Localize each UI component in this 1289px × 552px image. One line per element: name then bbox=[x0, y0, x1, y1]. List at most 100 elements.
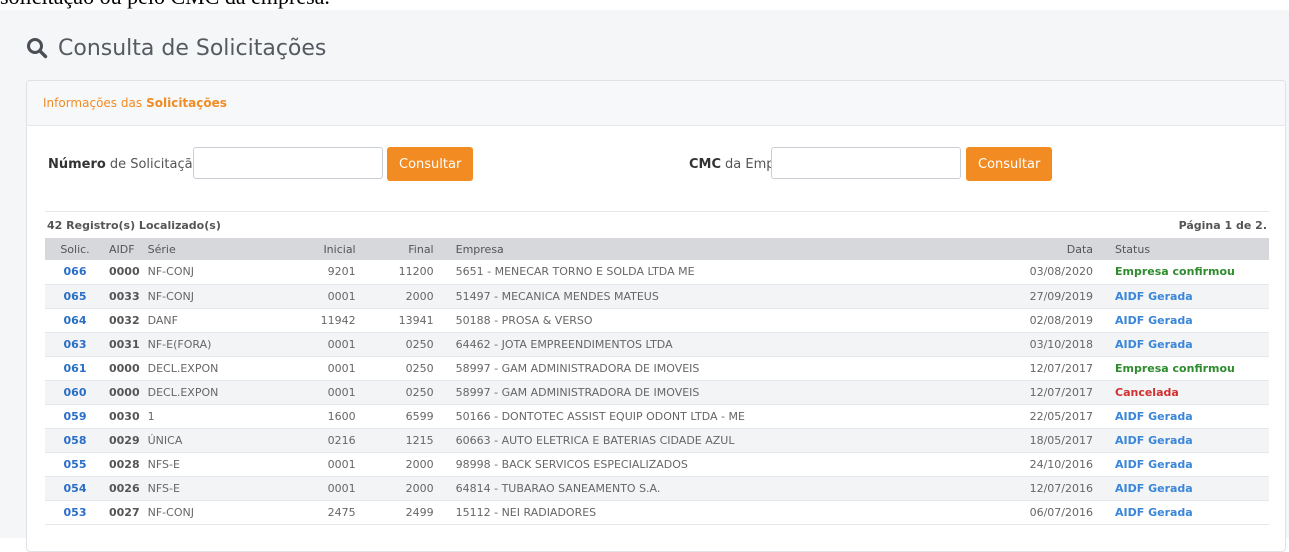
table-row[interactable]: 061 0000 DECL.EXPON 0001 0250 58997 - GAM ADM… bbox=[45, 356, 1269, 380]
cell-empresa: 50188 - PROSA & VERSO bbox=[455, 313, 593, 327]
cmc-empresa-input[interactable] bbox=[771, 147, 961, 179]
status-badge: AIDF Gerada bbox=[1115, 457, 1193, 471]
cmc-label-bold: CMC bbox=[689, 156, 722, 172]
header-final[interactable]: Final bbox=[360, 238, 438, 260]
cell-inicial: 0001 bbox=[327, 385, 356, 399]
header-solic[interactable]: Solic. bbox=[45, 238, 105, 260]
header-status[interactable]: Status bbox=[1097, 238, 1269, 260]
table-row[interactable]: 060 0000 DECL.EXPON 0001 0250 58997 - GAM ADM… bbox=[45, 380, 1269, 404]
cell-final: 6599 bbox=[405, 409, 434, 423]
cell-solic[interactable]: 058 bbox=[45, 428, 105, 452]
solicitations-table: Solic. AIDF Série Inicial Final Empresa … bbox=[45, 238, 1269, 525]
cell-inicial: 0001 bbox=[327, 361, 356, 375]
cell-aidf: 0031 bbox=[109, 337, 140, 351]
cell-empresa: 51497 - MECANICA MENDES MATEUS bbox=[455, 289, 659, 303]
cell-data: 03/10/2018 bbox=[1029, 337, 1093, 351]
cell-solic[interactable]: 053 bbox=[45, 500, 105, 524]
status-badge: AIDF Gerada bbox=[1115, 337, 1193, 351]
table-row[interactable]: 066 0000 NF-CONJ 9201 11200 5651 - MENECAR TO… bbox=[45, 260, 1269, 284]
table-row[interactable]: 059 0030 1 1600 6599 50166 - DONTOTEC ASSIST … bbox=[45, 404, 1269, 428]
header-empresa[interactable]: Empresa bbox=[438, 238, 999, 260]
table-body: 066 0000 NF-CONJ 9201 11200 5651 - MENECAR TO… bbox=[45, 260, 1269, 524]
results-section: 42 Registro(s) Localizado(s) Página 1 de… bbox=[45, 211, 1269, 525]
cell-data: 18/05/2017 bbox=[1029, 433, 1093, 447]
solicitation-link[interactable]: 061 bbox=[64, 362, 87, 375]
cell-data: 03/08/2020 bbox=[1029, 265, 1093, 279]
document-fragment: solicitação ou pelo CMC da empresa. bbox=[0, 0, 1289, 10]
numero-consultar-button[interactable]: Consultar bbox=[387, 147, 474, 181]
cell-aidf: 0000 bbox=[109, 385, 140, 399]
solicitation-link[interactable]: 063 bbox=[64, 338, 87, 351]
cell-solic[interactable]: 063 bbox=[45, 332, 105, 356]
cell-serie: NF-CONJ bbox=[147, 505, 194, 519]
solicitation-link[interactable]: 065 bbox=[64, 290, 87, 303]
header-inicial[interactable]: Inicial bbox=[282, 238, 360, 260]
app-area: Consulta de Solicitações Informações das… bbox=[0, 10, 1289, 552]
panel-header: Informações das Solicitações bbox=[27, 81, 1285, 126]
panel-title-bold: Solicitações bbox=[146, 96, 227, 110]
status-badge: Empresa confirmou bbox=[1115, 265, 1235, 279]
cell-final: 0250 bbox=[405, 337, 434, 351]
cell-final: 2000 bbox=[405, 457, 434, 471]
numero-solicitacao-input[interactable] bbox=[193, 147, 383, 179]
solicitation-link[interactable]: 066 bbox=[64, 265, 87, 278]
cell-solic[interactable]: 061 bbox=[45, 356, 105, 380]
cell-empresa: 64814 - TUBARAO SANEAMENTO S.A. bbox=[455, 481, 661, 495]
solicitation-link[interactable]: 058 bbox=[64, 434, 87, 447]
table-row[interactable]: 058 0029 ÚNICA 0216 1215 60663 - AUTO ELETRIC… bbox=[45, 428, 1269, 452]
status-badge: AIDF Gerada bbox=[1115, 289, 1193, 303]
cell-solic[interactable]: 066 bbox=[45, 260, 105, 284]
cell-final: 11200 bbox=[398, 265, 434, 279]
solicitation-link[interactable]: 053 bbox=[64, 506, 87, 519]
cell-data: 24/10/2016 bbox=[1029, 457, 1093, 471]
cell-serie: DECL.EXPON bbox=[147, 385, 219, 399]
table-row[interactable]: 065 0033 NF-CONJ 0001 2000 51497 - MECANICA M… bbox=[45, 284, 1269, 308]
numero-label-rest: de Solicitação bbox=[109, 156, 201, 172]
table-row[interactable]: 063 0031 NF-E(FORA) 0001 0250 64462 - JOTA EM… bbox=[45, 332, 1269, 356]
header-data[interactable]: Data bbox=[999, 238, 1097, 260]
cell-empresa: 15112 - NEI RADIADORES bbox=[455, 505, 597, 519]
record-count: 42 Registro(s) Localizado(s) bbox=[47, 218, 221, 232]
cell-aidf: 0000 bbox=[109, 361, 140, 375]
solicitation-link[interactable]: 059 bbox=[64, 410, 87, 423]
cmc-consultar-button[interactable]: Consultar bbox=[966, 147, 1053, 181]
cell-serie: DECL.EXPON bbox=[147, 361, 219, 375]
cell-solic[interactable]: 054 bbox=[45, 476, 105, 500]
status-badge: AIDF Gerada bbox=[1115, 433, 1193, 447]
cell-solic[interactable]: 060 bbox=[45, 380, 105, 404]
cell-empresa: 64462 - JOTA EMPREENDIMENTOS LTDA bbox=[455, 337, 673, 351]
solicitation-link[interactable]: 054 bbox=[64, 482, 87, 495]
solicitation-link[interactable]: 064 bbox=[64, 314, 87, 327]
table-row[interactable]: 055 0028 NFS-E 0001 2000 98998 - BACK SERVICO… bbox=[45, 452, 1269, 476]
cell-aidf: 0000 bbox=[109, 265, 140, 279]
header-aidf[interactable]: AIDF bbox=[105, 238, 144, 260]
cell-serie: NFS-E bbox=[147, 457, 180, 471]
cell-empresa: 58997 - GAM ADMINISTRADORA DE IMOVEIS bbox=[455, 385, 700, 399]
status-badge: AIDF Gerada bbox=[1115, 313, 1193, 327]
cell-empresa: 5651 - MENECAR TORNO E SOLDA LTDA ME bbox=[455, 265, 695, 279]
solicitation-link[interactable]: 055 bbox=[64, 458, 87, 471]
cell-data: 02/08/2019 bbox=[1029, 313, 1093, 327]
cell-empresa: 58997 - GAM ADMINISTRADORA DE IMOVEIS bbox=[455, 361, 700, 375]
cell-final: 2000 bbox=[405, 481, 434, 495]
cell-empresa: 60663 - AUTO ELETRICA E BATERIAS CIDADE … bbox=[455, 433, 735, 447]
solicitation-link[interactable]: 060 bbox=[64, 386, 87, 399]
cell-inicial: 0216 bbox=[327, 433, 356, 447]
cell-solic[interactable]: 065 bbox=[45, 284, 105, 308]
table-row[interactable]: 064 0032 DANF 11942 13941 50188 - PROSA & VER… bbox=[45, 308, 1269, 332]
cell-data: 12/07/2017 bbox=[1029, 385, 1093, 399]
numero-label: Número de Solicitação bbox=[48, 147, 201, 181]
cell-solic[interactable]: 055 bbox=[45, 452, 105, 476]
table-row[interactable]: 053 0027 NF-CONJ 2475 2499 15112 - NEI RADIAD… bbox=[45, 500, 1269, 524]
header-serie[interactable]: Série bbox=[144, 238, 282, 260]
table-row[interactable]: 054 0026 NFS-E 0001 2000 64814 - TUBARAO SANE… bbox=[45, 476, 1269, 500]
search-row: Número de Solicitação Consultar CMC da E… bbox=[27, 147, 1285, 183]
cell-solic[interactable]: 064 bbox=[45, 308, 105, 332]
panel-title-prefix: Informações das bbox=[43, 96, 143, 110]
cell-data: 06/07/2016 bbox=[1029, 505, 1093, 519]
document-text-line: solicitação ou pelo CMC da empresa. bbox=[0, 0, 330, 10]
cell-serie: NF-CONJ bbox=[147, 289, 194, 303]
cell-final: 2499 bbox=[405, 505, 434, 519]
cell-solic[interactable]: 059 bbox=[45, 404, 105, 428]
cell-data: 27/09/2019 bbox=[1029, 289, 1093, 303]
